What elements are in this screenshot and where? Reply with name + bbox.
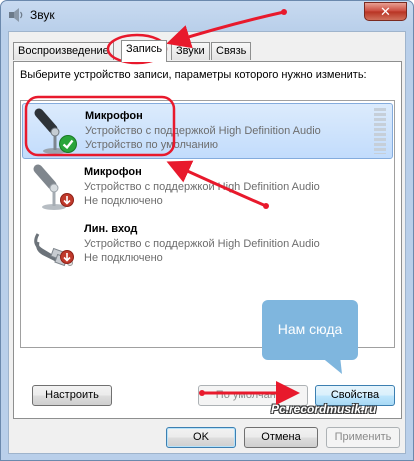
ok-button[interactable]: OK [166, 427, 236, 448]
callout-tail [320, 356, 342, 374]
tab-recording[interactable]: Запись [121, 40, 168, 62]
sound-dialog: Звук ✕ Воспроизведение Запись Звуки Связ… [0, 0, 414, 461]
close-icon: ✕ [380, 4, 391, 19]
device-description: Устройство с поддержкой High Definition … [84, 238, 320, 250]
device-item-microphone[interactable]: Микрофон Устройство с поддержкой High De… [22, 160, 393, 216]
apply-button[interactable]: Применить [326, 427, 400, 448]
configure-button[interactable]: Настроить [32, 385, 112, 406]
tab-playback[interactable]: Воспроизведение [13, 42, 114, 60]
title-bar[interactable]: Звук ✕ [1, 1, 413, 29]
device-description: Устройство с поддержкой High Definition … [85, 125, 321, 137]
device-status: Устройство по умолчанию [85, 139, 219, 151]
device-name: Лин. вход [84, 223, 138, 235]
device-name: Микрофон [85, 110, 143, 122]
device-description: Устройство с поддержкой High Definition … [84, 181, 320, 193]
watermark-text: Pc.recordmusik.ru [271, 402, 377, 416]
level-meter [374, 108, 386, 154]
cancel-button[interactable]: Отмена [244, 427, 318, 448]
window-title: Звук [30, 8, 55, 22]
close-button[interactable]: ✕ [364, 2, 407, 21]
dialog-content: Воспроизведение Запись Звуки Связь Выбер… [8, 31, 406, 454]
annotation-callout: Нам сюда [262, 300, 358, 360]
device-item-microphone-default[interactable]: Микрофон Устройство с поддержкой High De… [22, 103, 393, 159]
tab-sounds[interactable]: Звуки [171, 42, 210, 60]
tab-communications[interactable]: Связь [211, 42, 252, 60]
check-icon [59, 135, 77, 153]
device-status: Не подключено [84, 252, 163, 264]
device-status: Не подключено [84, 195, 163, 207]
device-name: Микрофон [84, 166, 142, 178]
device-item-line-in[interactable]: Лин. вход Устройство с поддержкой High D… [22, 217, 393, 273]
instruction-text: Выберите устройство записи, параметры ко… [20, 69, 367, 81]
down-arrow-icon [60, 250, 74, 264]
speaker-icon [9, 8, 23, 22]
down-arrow-icon [60, 193, 74, 207]
